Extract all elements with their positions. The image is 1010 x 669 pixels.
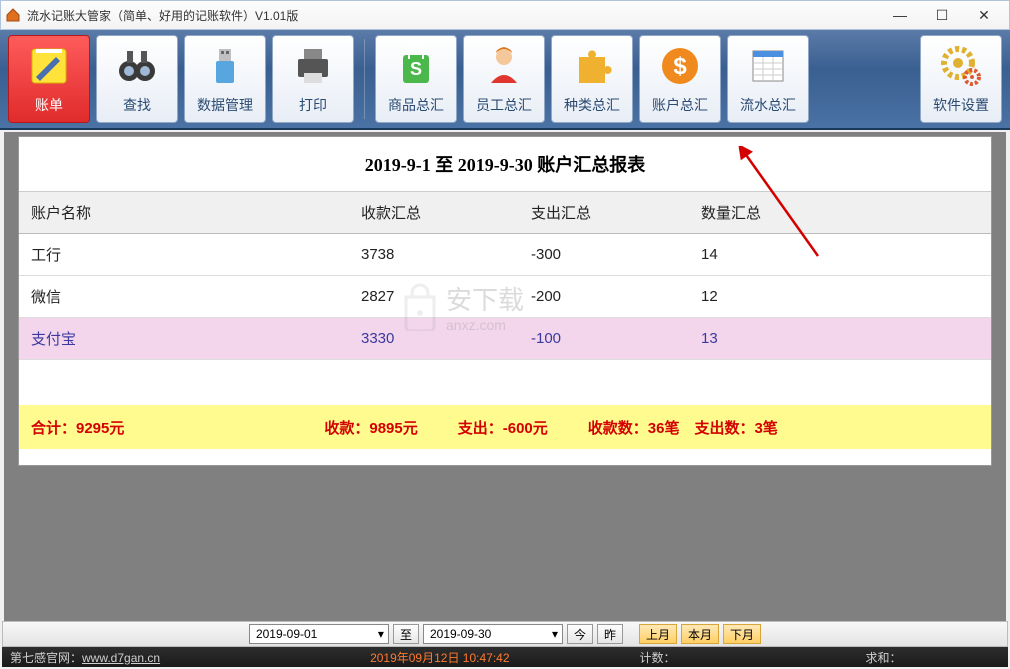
account-sum-label: 账户总汇 [652,95,708,115]
toolbar-divider [364,39,365,119]
last-month-button[interactable]: 上月 [639,624,677,644]
svg-text:$: $ [673,53,687,80]
settings-label: 软件设置 [933,95,989,115]
total-expense: 支出：-600元 [458,417,548,438]
col-expense[interactable]: 支出汇总 [519,192,689,234]
data-mgmt-button[interactable]: 数据管理 [184,35,266,123]
spreadsheet-icon [745,43,791,89]
col-name[interactable]: 账户名称 [19,192,349,234]
today-button[interactable]: 今 [567,624,593,644]
print-label: 打印 [299,95,327,115]
main-toolbar: 账单 查找 数据管理 打印 S 商品总汇 员工总汇 种类总汇 [0,30,1010,130]
maximize-button[interactable]: ☐ [921,1,963,29]
binoculars-icon [114,43,160,89]
flow-sum-label: 流水总汇 [740,95,796,115]
total-counts: 收款数：36笔 支出数：3笔 [588,417,778,438]
chevron-down-icon: ▾ [378,627,384,641]
status-datetime: 2019年09月12日 10:47:42 [370,649,509,666]
staff-sum-label: 员工总汇 [476,95,532,115]
gear-icon [938,43,984,89]
to-label: 至 [393,624,419,644]
window-title: 流水记账大管家（简单、好用的记账软件）V1.01版 [27,7,879,24]
site-info: 第七感官网：www.d7gan.cn [10,649,160,666]
title-bar: 流水记账大管家（简单、好用的记账软件）V1.01版 ― ☐ ✕ [0,0,1010,30]
account-sum-button[interactable]: $ 账户总汇 [639,35,721,123]
date-range-bar: 2019-09-01▾ 至 2019-09-30▾ 今 昨 上月 本月 下月 [2,621,1008,647]
settings-button[interactable]: 软件设置 [920,35,1002,123]
status-count: 计数： [640,649,676,666]
staff-sum-button[interactable]: 员工总汇 [463,35,545,123]
printer-icon [290,43,336,89]
dollar-coin-icon: $ [657,43,703,89]
content-area: 2019-9-1 至 2019-9-30 账户汇总报表 账户名称 收款汇总 支出… [4,132,1006,621]
product-sum-label: 商品总汇 [388,95,444,115]
person-icon [481,43,527,89]
category-sum-button[interactable]: 种类总汇 [551,35,633,123]
table-row[interactable]: 微信 2827 -200 12 [19,276,991,318]
date-from-input[interactable]: 2019-09-01▾ [249,624,389,644]
col-count[interactable]: 数量汇总 [689,192,991,234]
flow-sum-button[interactable]: 流水总汇 [727,35,809,123]
date-to-input[interactable]: 2019-09-30▾ [423,624,563,644]
status-bar: 第七感官网：www.d7gan.cn 2019年09月12日 10:47:42 … [2,647,1008,667]
totals-bar: 合计：9295元 收款：9895元 支出：-600元 收款数：36笔 支出数：3… [19,405,991,449]
svg-text:S: S [410,59,422,79]
notepad-icon [26,43,72,89]
report-table: 账户名称 收款汇总 支出汇总 数量汇总 工行 3738 -300 14 微信 2… [19,192,991,360]
app-icon [5,7,21,23]
table-row[interactable]: 支付宝 3330 -100 13 [19,318,991,360]
status-sum: 求和： [866,649,902,666]
chevron-down-icon: ▾ [552,627,558,641]
this-month-button[interactable]: 本月 [681,624,719,644]
total-sum: 合计：9295元 [31,417,124,438]
report-title: 2019-9-1 至 2019-9-30 账户汇总报表 [19,137,991,192]
data-mgmt-label: 数据管理 [197,95,253,115]
yesterday-button[interactable]: 昨 [597,624,623,644]
minimize-button[interactable]: ― [879,1,921,29]
search-button[interactable]: 查找 [96,35,178,123]
category-sum-label: 种类总汇 [564,95,620,115]
total-income: 收款：9895元 [324,417,417,438]
usb-drive-icon [202,43,248,89]
next-month-button[interactable]: 下月 [723,624,761,644]
print-button[interactable]: 打印 [272,35,354,123]
shop-bag-icon: S [393,43,439,89]
close-button[interactable]: ✕ [963,1,1005,29]
search-label: 查找 [123,95,151,115]
product-sum-button[interactable]: S 商品总汇 [375,35,457,123]
bill-button[interactable]: 账单 [8,35,90,123]
table-row[interactable]: 工行 3738 -300 14 [19,234,991,276]
report-panel: 2019-9-1 至 2019-9-30 账户汇总报表 账户名称 收款汇总 支出… [18,136,992,466]
col-income[interactable]: 收款汇总 [349,192,519,234]
puzzle-icon [569,43,615,89]
bill-label: 账单 [35,95,63,115]
